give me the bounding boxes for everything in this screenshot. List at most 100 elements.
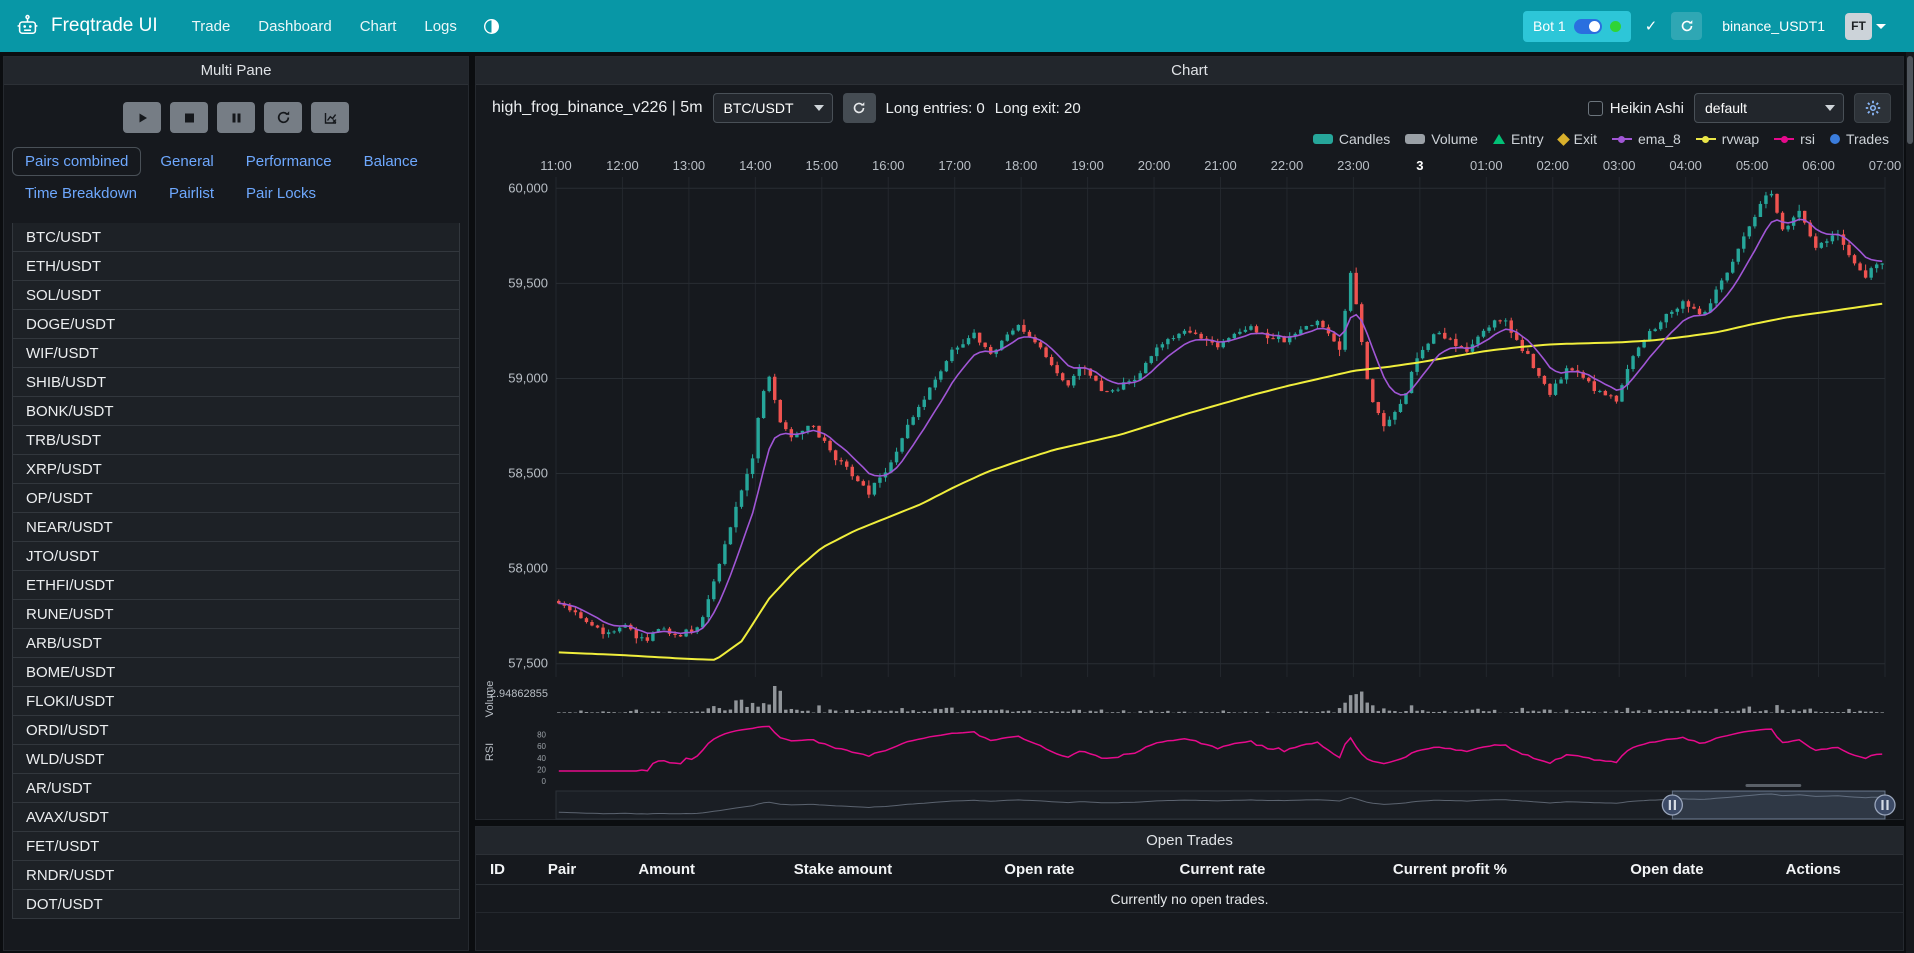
pair-list-item[interactable]: AVAX/USDT — [12, 802, 460, 832]
pane-tab[interactable]: Pair Locks — [233, 179, 329, 208]
pair-list-item[interactable]: TRB/USDT — [12, 425, 460, 455]
page-scrollbar-thumb[interactable] — [1907, 56, 1913, 144]
long-exit-label: Long exit: 20 — [995, 100, 1081, 117]
clear-chart-button[interactable] — [311, 102, 349, 133]
legend-item[interactable]: rvwap — [1696, 131, 1759, 147]
plot-settings-button[interactable] — [1854, 93, 1891, 123]
play-button[interactable] — [123, 102, 161, 133]
pair-list-item[interactable]: FET/USDT — [12, 831, 460, 861]
chart-legend: Candles Volume Entry Exit ema_8 — [1313, 131, 1889, 147]
legend-label: rvwap — [1722, 131, 1759, 147]
plot-config-select[interactable]: default — [1694, 93, 1844, 123]
pane-tab[interactable]: General — [147, 147, 226, 176]
pane-tab[interactable]: Balance — [351, 147, 431, 176]
svg-text:23:00: 23:00 — [1337, 158, 1370, 173]
legend-marker-icon — [1313, 134, 1333, 144]
pair-list-item[interactable]: RNDR/USDT — [12, 860, 460, 890]
navbar-reload-button[interactable] — [1671, 12, 1702, 40]
svg-text:40: 40 — [537, 754, 546, 763]
bot-toggle-switch[interactable] — [1574, 19, 1602, 34]
navbar-right: Bot 1 ✓ binance_USDT1 FT — [1523, 11, 1900, 42]
svg-text:05:00: 05:00 — [1736, 158, 1769, 173]
pair-list-item[interactable]: SOL/USDT — [12, 280, 460, 310]
table-column-header: Stake amount — [794, 861, 1005, 878]
table-column-header: Current profit % — [1393, 861, 1630, 878]
pair-list-item[interactable]: WIF/USDT — [12, 338, 460, 368]
pair-list-item[interactable]: FLOKI/USDT — [12, 686, 460, 716]
pair-list-item[interactable]: SHIB/USDT — [12, 367, 460, 397]
svg-text:58,500: 58,500 — [508, 466, 548, 481]
bot-online-dot — [1610, 21, 1621, 32]
legend-item[interactable]: Candles — [1313, 131, 1390, 147]
pair-list-item[interactable]: ETHFI/USDT — [12, 570, 460, 600]
main-nav: Trade Dashboard Chart Logs — [192, 18, 457, 35]
pair-list-item[interactable]: BONK/USDT — [12, 396, 460, 426]
pair-list-item[interactable]: RUNE/USDT — [12, 599, 460, 629]
legend-marker-icon — [1405, 134, 1425, 144]
svg-text:57,500: 57,500 — [508, 656, 548, 671]
bot-name: Bot 1 — [1533, 18, 1566, 34]
chart-panel-header: Chart — [476, 57, 1903, 85]
svg-text:06:00: 06:00 — [1802, 158, 1835, 173]
pair-list-item[interactable]: ETH/USDT — [12, 251, 460, 281]
legend-label: Candles — [1339, 131, 1390, 147]
legend-item[interactable]: Trades — [1830, 131, 1889, 147]
pair-list-item[interactable]: DOGE/USDT — [12, 309, 460, 339]
legend-item[interactable]: ema_8 — [1612, 131, 1681, 147]
pane-tabs-row1: Pairs combinedGeneralPerformanceBalance — [4, 145, 468, 177]
page-scrollbar-track[interactable] — [1906, 52, 1914, 953]
legend-label: Entry — [1511, 131, 1544, 147]
legend-item[interactable]: Exit — [1559, 131, 1597, 147]
pair-list: BTC/USDTETH/USDTSOL/USDTDOGE/USDTWIF/USD… — [12, 223, 460, 950]
bot-exchange-label: binance_USDT1 — [1722, 18, 1825, 34]
pair-select[interactable]: BTC/USDT — [713, 93, 833, 123]
strategy-timeframe-label: high_frog_binance_v226 | 5m — [492, 99, 703, 117]
svg-text:13:00: 13:00 — [673, 158, 706, 173]
nav-link[interactable]: Dashboard — [258, 18, 331, 35]
user-menu[interactable]: FT — [1845, 13, 1886, 40]
legend-label: Volume — [1431, 131, 1478, 147]
svg-text:01:00: 01:00 — [1470, 158, 1503, 173]
svg-text:12:00: 12:00 — [606, 158, 639, 173]
svg-text:03:00: 03:00 — [1603, 158, 1636, 173]
table-column-header: Amount — [638, 861, 793, 878]
pair-list-item[interactable]: ORDI/USDT — [12, 715, 460, 745]
svg-text:02:00: 02:00 — [1536, 158, 1569, 173]
pair-list-item[interactable]: JTO/USDT — [12, 541, 460, 571]
svg-text:20: 20 — [537, 765, 546, 774]
nav-link[interactable]: Trade — [192, 18, 231, 35]
svg-text:20:00: 20:00 — [1138, 158, 1171, 173]
legend-item[interactable]: rsi — [1774, 131, 1815, 147]
avatar[interactable]: FT — [1845, 13, 1872, 40]
pane-tab[interactable]: Performance — [233, 147, 345, 176]
pair-list-item[interactable]: DOT/USDT — [12, 889, 460, 919]
pair-list-item[interactable]: BTC/USDT — [12, 223, 460, 252]
bot-selector-chip[interactable]: Bot 1 — [1523, 11, 1631, 42]
chart-reload-button[interactable] — [843, 93, 876, 123]
legend-label: Exit — [1574, 131, 1597, 147]
legend-item[interactable]: Volume — [1405, 131, 1478, 147]
pair-list-item[interactable]: AR/USDT — [12, 773, 460, 803]
pane-tab[interactable]: Time Breakdown — [12, 179, 150, 208]
pair-list-item[interactable]: BOME/USDT — [12, 657, 460, 687]
svg-text:59,500: 59,500 — [508, 275, 548, 290]
pane-tab[interactable]: Pairs combined — [12, 147, 141, 176]
theme-toggle-icon[interactable] — [483, 18, 500, 35]
candlestick-chart[interactable]: 11:0012:0013:0014:0015:0016:0017:0018:00… — [476, 157, 1905, 821]
open-trades-column-headers: IDPairAmountStake amountOpen rateCurrent… — [476, 855, 1903, 885]
pane-tab[interactable]: Pairlist — [156, 179, 227, 208]
nav-link[interactable]: Chart — [360, 18, 397, 35]
nav-link[interactable]: Logs — [424, 18, 457, 35]
legend-item[interactable]: Entry — [1493, 131, 1544, 147]
heikin-ashi-checkbox[interactable] — [1588, 101, 1603, 116]
legend-marker-icon — [1557, 133, 1570, 146]
pair-list-item[interactable]: WLD/USDT — [12, 744, 460, 774]
pair-list-item[interactable]: OP/USDT — [12, 483, 460, 513]
table-column-header: Open rate — [1004, 861, 1179, 878]
refresh-button[interactable] — [264, 102, 302, 133]
stop-button[interactable] — [170, 102, 208, 133]
pair-list-item[interactable]: ARB/USDT — [12, 628, 460, 658]
pair-list-item[interactable]: NEAR/USDT — [12, 512, 460, 542]
pause-button[interactable] — [217, 102, 255, 133]
pair-list-item[interactable]: XRP/USDT — [12, 454, 460, 484]
